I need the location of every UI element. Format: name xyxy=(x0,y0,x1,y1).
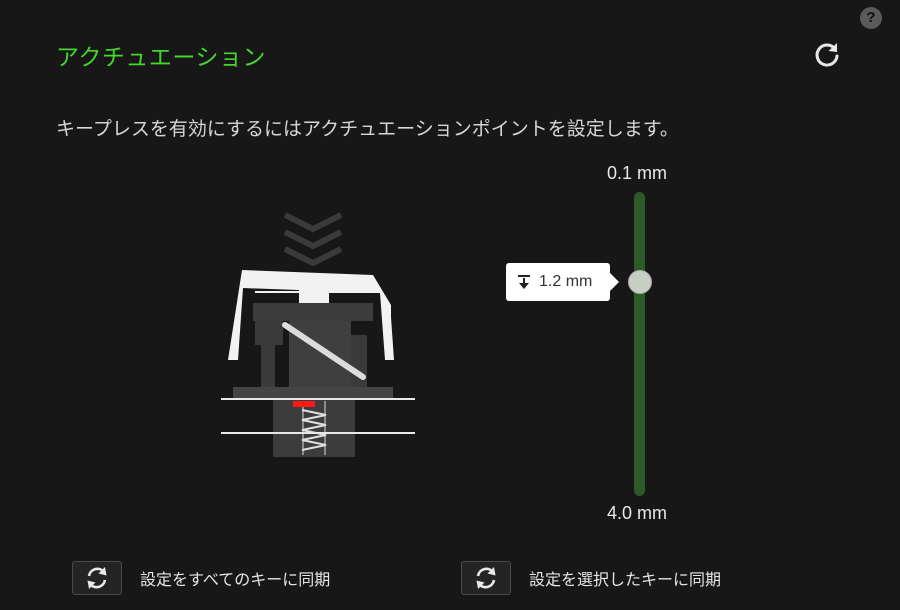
sync-all-keys-label: 設定をすべてのキーに同期 xyxy=(140,570,331,589)
actuation-marker xyxy=(293,401,315,407)
help-button[interactable]: ? xyxy=(860,7,882,29)
min-travel-label: 0.1 mm xyxy=(606,163,667,183)
refresh-icon xyxy=(815,43,839,67)
description-text: キープレスを有効にするにはアクチュエーションポイントを設定します。 xyxy=(56,118,679,140)
sync-icon xyxy=(87,567,107,589)
sync-icon xyxy=(476,567,496,589)
value-label: 1.2 mm xyxy=(539,273,593,290)
press-direction-icon xyxy=(283,212,343,267)
page-title: アクチュエーション xyxy=(56,45,266,71)
sync-selected-keys-label: 設定を選択したキーに同期 xyxy=(529,570,722,589)
sync-selected-keys-button[interactable]: 設定を選択したキーに同期 xyxy=(461,561,721,595)
reset-button[interactable] xyxy=(812,40,842,70)
sync-all-keys-button[interactable]: 設定をすべてのキーに同期 xyxy=(72,561,330,595)
arrow-down-to-line-icon xyxy=(518,275,530,289)
actuation-slider-thumb[interactable] xyxy=(628,270,652,294)
value-tooltip: 1.2 mm xyxy=(506,263,619,301)
actuation-slider-track[interactable] xyxy=(634,192,645,496)
max-travel-label: 4.0 mm xyxy=(606,503,667,523)
key-switch-illustration xyxy=(215,205,430,470)
